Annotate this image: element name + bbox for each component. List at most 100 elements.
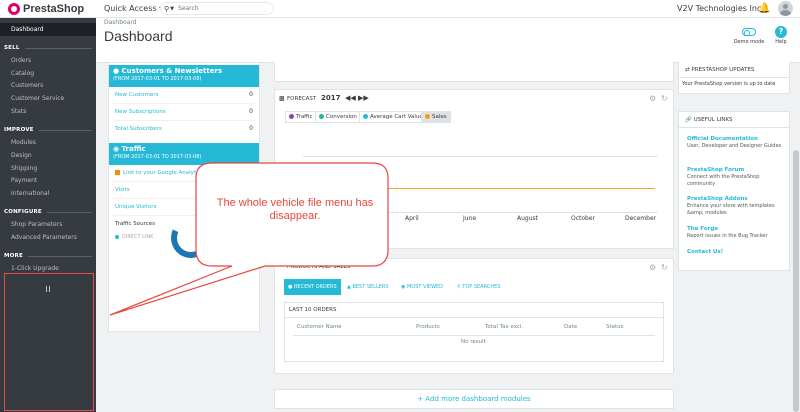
bar-chart-icon: ▩ [279,95,285,102]
prestashop-logo-icon [8,3,20,15]
customers-title: Customers & Newsletters [121,67,223,75]
updates-title: ⇄ PRESTASHOP UPDATES [685,67,754,73]
new-subscriptions-link[interactable]: New Subscriptions [115,109,166,115]
total-subscribers-value: 0 [249,125,253,132]
column-date: Date [564,324,578,330]
google-analytics-link[interactable]: Link to your Google Analytics [115,170,204,176]
month-label: December [625,215,657,222]
employee-avatar[interactable] [778,1,793,16]
shop-name[interactable]: V2V Technologies Inc [677,4,761,13]
sidebar-item-international[interactable]: International [11,190,49,197]
prestashop-addons-link[interactable]: PrestaShop Addons [687,196,748,202]
next-year-icon[interactable]: ▶▶ [358,94,369,102]
notifications-bell-icon[interactable]: 🔔 [758,3,770,14]
previous-year-icon[interactable]: ◀◀ [345,94,356,102]
add-dashboard-modules-button[interactable]: + Add more dashboard modules [274,389,674,409]
globe-icon: ◉ [113,145,122,153]
search-input[interactable] [178,5,258,12]
forecast-year[interactable]: 2017 [321,94,340,102]
forecast-label: FORECAST [287,96,317,102]
tab-label: TOP SEARCHES [462,284,501,290]
direct-link-legend: DIRECT LINK [115,234,153,240]
sidebar-item-orders[interactable]: Orders [11,57,31,64]
customers-newsletters-header: ● Customers & Newsletters (FROM 2017-03-… [109,65,259,87]
total-subscribers-link[interactable]: Total Subscribers [115,126,162,132]
sidebar-item-modules[interactable]: Modules [11,139,36,146]
pill-label: Sales [432,114,447,120]
useful-links-title: 🔗 USEFUL LINKS [685,117,733,123]
new-customers-link[interactable]: New Customers [115,92,158,98]
sidebar-item-design[interactable]: Design [11,152,32,159]
contact-us-link[interactable]: Contact Us! [687,249,723,255]
prestashop-logo[interactable]: PrestaShop [8,2,84,16]
customers-date-range: (FROM 2017-03-01 TO 2017-03-08) [113,76,202,82]
page-scrollbar[interactable] [793,150,799,412]
official-documentation-link[interactable]: Official Documentation [687,136,758,142]
sidebar-item-shipping[interactable]: Shipping [11,165,37,172]
sidebar-item-stats[interactable]: Stats [11,108,26,115]
visits-link[interactable]: Visits [115,187,130,193]
sidebar-item-customers[interactable]: Customers [11,82,43,89]
link-icon: 🔗 [685,117,694,123]
sidebar-item-1-click-upgrade[interactable]: 1-Click Upgrade [11,265,59,272]
sidebar-section-more: MORE [4,253,92,259]
pill-label: Traffic [296,114,313,120]
user-icon: ● [113,67,122,75]
new-subscriptions-value: 0 [249,108,253,115]
page-header: Dashboard Dashboard Demo mode ? Help [96,18,800,63]
column-status: Status [606,324,624,330]
help-icon: ? [775,26,787,38]
forecast-pill-traffic[interactable]: Traffic [285,111,317,123]
updates-title-text: PRESTASHOP UPDATES [691,67,755,73]
refresh-icon[interactable]: ↻ [661,94,668,103]
month-label: June [463,215,477,222]
refresh-icon[interactable]: ↻ [661,263,668,272]
tab-best-sellers[interactable]: ▲ BEST SELLERS [343,279,393,295]
column-customer-name: Customer Name [297,324,342,330]
configure-gear-icon[interactable]: ⚙ [649,263,656,272]
demo-mode-toggle[interactable]: Demo mode [732,26,766,45]
unique-visitors-link[interactable]: Unique Visitors [115,204,156,210]
forecast-pill-sales[interactable]: Sales [421,111,451,123]
help-button[interactable]: ? Help [768,26,794,45]
sidebar-item-payment[interactable]: Payment [11,177,37,184]
tab-label: BEST SELLERS [352,284,389,290]
traffic-header: ◉ Traffic (FROM 2017-03-01 TO 2017-03-08… [109,143,259,165]
annotation-highlight-box [4,273,94,411]
tab-label: RECENT ORDERS [293,284,337,290]
configure-gear-icon[interactable]: ⚙ [649,94,656,103]
tab-most-viewed[interactable]: ◉ MOST VIEWED [397,279,447,295]
the-forge-link[interactable]: The Forge [687,226,718,232]
search-icon[interactable]: ⚲ [164,5,169,13]
legend-dot-icon [115,234,119,239]
month-label: April [405,215,419,222]
last-orders-title: LAST 10 ORDERS [289,307,337,313]
forecast-pill-average-cart-value[interactable]: Average Cart Value [359,111,427,123]
prestashop-forum-link[interactable]: PrestaShop Forum [687,167,744,173]
sidebar-item-shop-parameters[interactable]: Shop Parameters [11,221,62,228]
sidebar-item-catalog[interactable]: Catalog [11,70,34,77]
chart-gridline [303,156,658,157]
column-products: Products [416,324,440,330]
traffic-dot-icon [289,113,294,119]
sidebar-item-dashboard[interactable]: Dashboard [0,23,96,36]
breadcrumb[interactable]: Dashboard [104,19,137,26]
tab-recent-orders[interactable]: ● RECENT ORDERS [284,279,341,295]
demo-mode-label: Demo mode [733,39,765,45]
forecast-pill-conversion[interactable]: Conversion [315,111,361,123]
traffic-sources-label: Traffic Sources [115,221,156,227]
sidebar-item-advanced-parameters[interactable]: Advanced Parameters [11,234,77,241]
tab-top-searches[interactable]: ⚲ TOP SEARCHES [453,279,504,295]
page-title: Dashboard [104,28,173,44]
quick-access-menu[interactable]: Quick Access ▾ [104,4,163,13]
prestashop-updates-panel: ⇄ PRESTASHOP UPDATES Your PrestaShop ver… [678,62,790,94]
sidebar-item-customer-service[interactable]: Customer Service [11,95,64,102]
products-sales-panel: PRODUCTS AND SALES ⚙ ↻ ● RECENT ORDERS ▲… [274,258,674,374]
search-box[interactable]: ⚲ ▼ [160,2,274,15]
divider [113,103,255,104]
updates-message: Your PrestaShop version is up to date [682,81,776,87]
chevron-down-icon[interactable]: ▼ [170,6,174,12]
no-result-text: No result [461,339,486,345]
divider [113,181,255,182]
google-analytics-icon [115,170,120,175]
